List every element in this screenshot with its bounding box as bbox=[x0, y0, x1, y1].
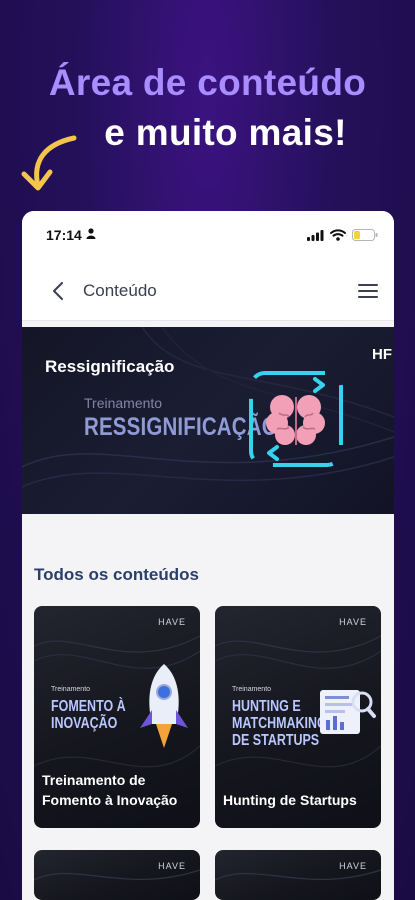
hamburger-menu-icon[interactable] bbox=[358, 283, 378, 299]
card-label: Treinamento de Fomento à Inovação bbox=[42, 772, 178, 808]
featured-banner[interactable]: Ressignificação Treinamento RESSIGNIFICA… bbox=[22, 327, 394, 514]
card-kicker: Treinamento bbox=[232, 686, 272, 693]
curved-arrow-icon bbox=[21, 135, 77, 191]
back-chevron-icon[interactable] bbox=[52, 282, 64, 300]
section-title: Todos os conteúdos bbox=[34, 565, 199, 584]
card-logo: HAVE bbox=[339, 617, 367, 627]
card-label: Hunting de Startups bbox=[223, 792, 357, 808]
page-title: Conteúdo bbox=[83, 281, 157, 300]
wave-background-icon bbox=[215, 869, 381, 881]
rocket-icon bbox=[140, 664, 188, 748]
headline-line-1: Área de conteúdo bbox=[48, 62, 367, 103]
nav-bar: Conteúdo bbox=[22, 261, 394, 321]
person-icon bbox=[86, 228, 96, 239]
brain-icon bbox=[249, 371, 343, 467]
headline-line-2: e muito mais! bbox=[104, 112, 347, 153]
signal-icon bbox=[307, 229, 324, 241]
content-card-fomento[interactable]: HAVE Treinamento FOMENTO À INOVAÇÃO Trei… bbox=[34, 606, 200, 828]
card-logo: HAVE bbox=[158, 861, 186, 871]
status-time: 17:14 bbox=[46, 227, 82, 243]
content-card-4[interactable]: HAVE bbox=[215, 850, 381, 900]
content-card-hunting[interactable]: HAVE Treinamento HUNTING E MATCHMAKING D… bbox=[215, 606, 381, 828]
content-card-3[interactable]: HAVE bbox=[34, 850, 200, 900]
wave-background-icon bbox=[34, 869, 200, 881]
card-kicker: Treinamento bbox=[51, 686, 91, 693]
card-heading: FOMENTO À INOVAÇÃO bbox=[51, 698, 126, 732]
banner-subtitle: Treinamento bbox=[84, 395, 163, 411]
card-logo: HAVE bbox=[339, 861, 367, 871]
phone-screen: 17:14 Conteúdo Ressignificação Treinamen… bbox=[22, 211, 394, 900]
wifi-icon bbox=[330, 229, 346, 241]
banner-title: Ressignificação bbox=[45, 357, 175, 376]
document-chart-icon bbox=[320, 690, 376, 734]
card-logo: HAVE bbox=[158, 617, 186, 627]
battery-icon bbox=[352, 229, 378, 241]
card-heading: HUNTING E MATCHMAKING DE STARTUPS bbox=[232, 698, 327, 749]
status-bar: 17:14 bbox=[22, 211, 394, 261]
banner-logo: HF bbox=[372, 346, 392, 363]
